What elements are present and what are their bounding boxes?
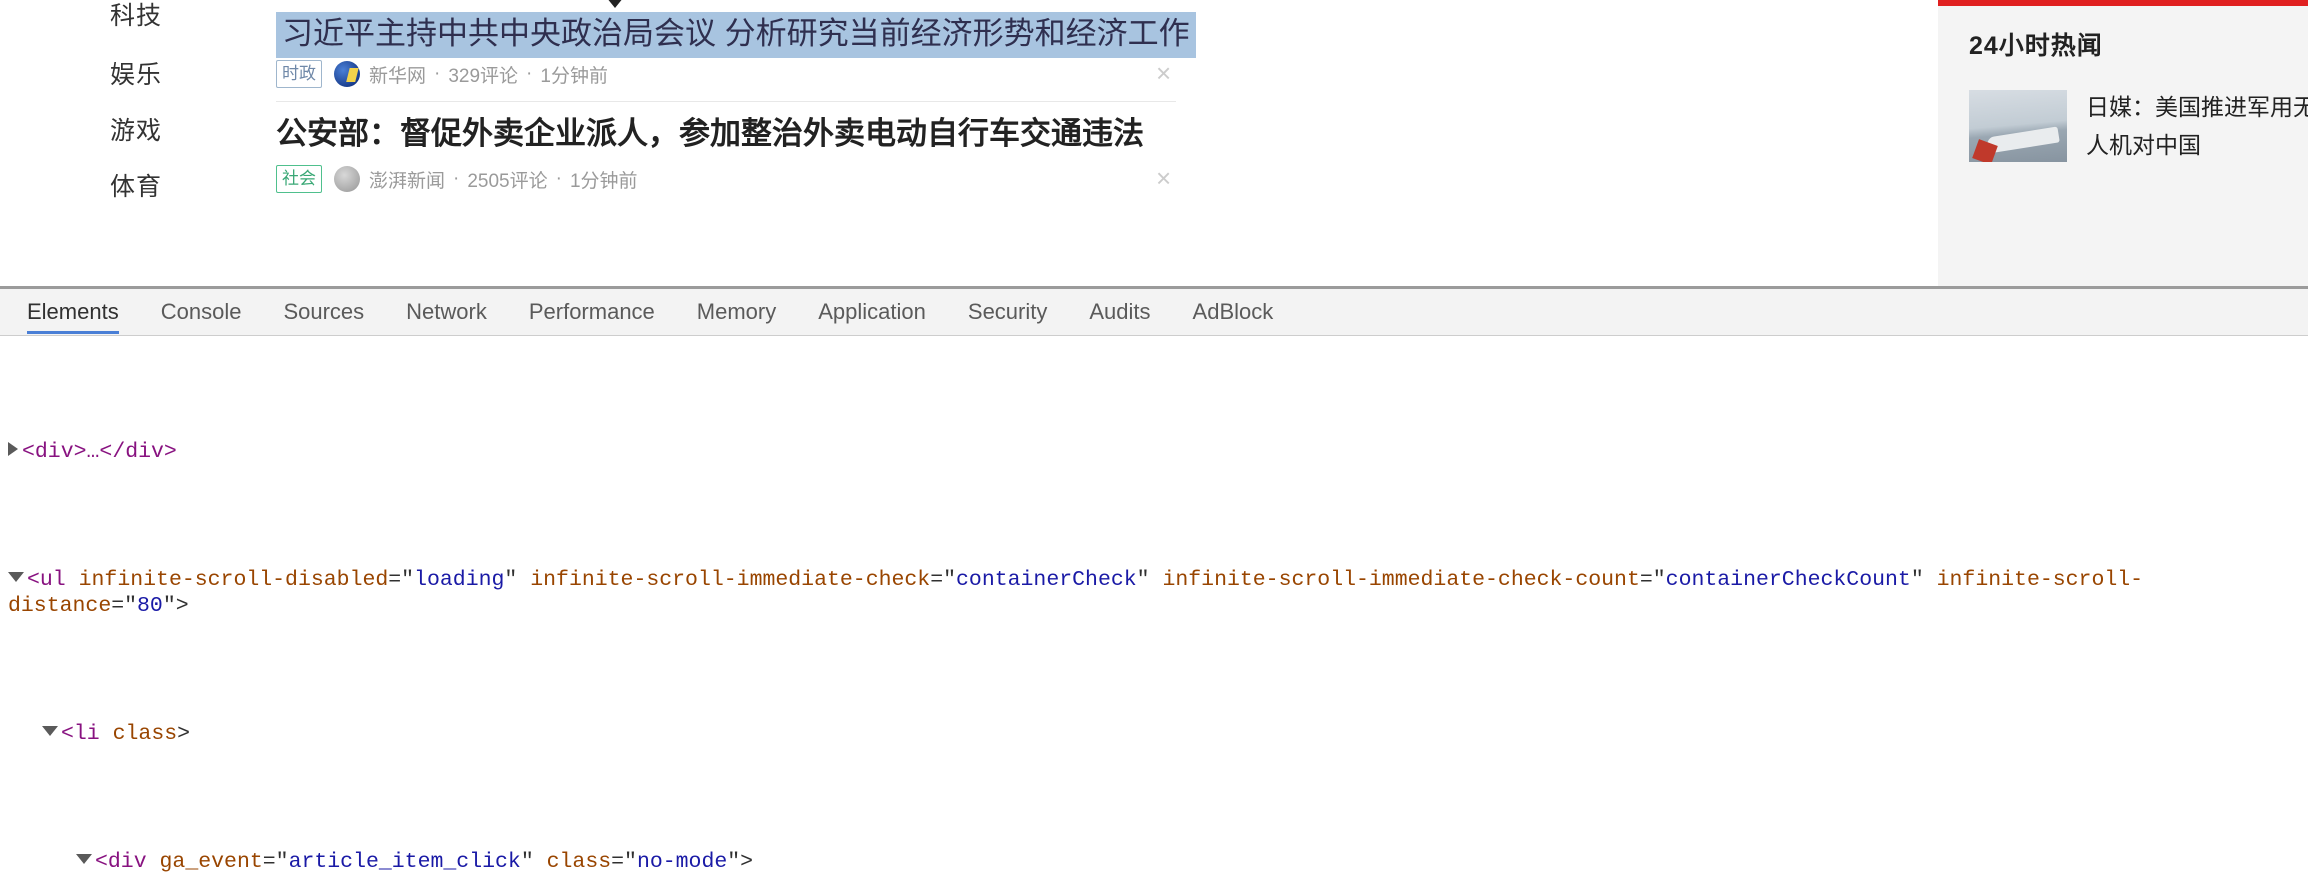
- ul-attr2-name: infinite-scroll-immediate-check: [530, 568, 931, 593]
- sidebar-item-entertainment[interactable]: 娱乐: [0, 55, 272, 91]
- hot-news-title: 24小时热闻: [1969, 32, 2103, 60]
- article-meta-row: 社会 澎湃新闻 · 2505评论 · 1分钟前: [276, 165, 638, 193]
- feed-divider: [276, 101, 1176, 102]
- tab-memory[interactable]: Memory: [676, 289, 797, 335]
- tab-network[interactable]: Network: [385, 289, 508, 335]
- hot-news-item-text[interactable]: 日媒：美国推进军用无人机对中国: [2086, 88, 2308, 164]
- article-meta-row: 时政 新华网 · 329评论 · 1分钟前: [276, 60, 608, 88]
- tab-performance[interactable]: Performance: [508, 289, 676, 335]
- ul-open-bracket: <: [27, 568, 40, 593]
- article-comment-count[interactable]: 2505评论: [467, 166, 547, 193]
- dom-node-div-item[interactable]: <div ga_event="article_item_click" class…: [0, 850, 2308, 876]
- collapse-triangle-icon[interactable]: [8, 572, 24, 583]
- div-item-tag-name: div: [107, 849, 147, 874]
- ul-attr3-value[interactable]: containerCheckCount: [1666, 568, 1911, 592]
- ul-attr4-value[interactable]: 80: [137, 594, 163, 618]
- meta-separator-2: ·: [555, 168, 562, 189]
- article-tag-chip[interactable]: 时政: [276, 60, 322, 88]
- dom-node-ul[interactable]: <ul infinite-scroll-disabled="loading" i…: [0, 568, 2308, 619]
- div-item-attr2-value[interactable]: no-mode: [637, 850, 727, 874]
- hot-news-accent-bar: [1938, 0, 2308, 6]
- sidebar-item-games[interactable]: 游戏: [0, 111, 272, 147]
- article-dismiss-icon[interactable]: ×: [1156, 163, 1171, 194]
- tab-audits[interactable]: Audits: [1068, 289, 1171, 335]
- li-tag-name: li: [73, 721, 100, 746]
- tab-application[interactable]: Application: [797, 289, 947, 335]
- article-source[interactable]: 新华网: [369, 61, 426, 88]
- sidebar-item-sports[interactable]: 体育: [0, 167, 272, 203]
- article-title-selected[interactable]: 习近平主持中共中央政治局会议 分析研究当前经济形势和经济工作: [276, 12, 1196, 58]
- div-item-attr2-name: class: [546, 849, 612, 874]
- inspector-caret-icon: [602, 0, 628, 8]
- tab-sources[interactable]: Sources: [262, 289, 385, 335]
- tab-adblock[interactable]: AdBlock: [1172, 289, 1295, 335]
- tab-security[interactable]: Security: [947, 289, 1068, 335]
- collapse-triangle-icon[interactable]: [42, 725, 58, 736]
- dom-node-text: <div>…</div>: [22, 440, 177, 465]
- dom-node-li[interactable]: <li class>: [0, 722, 2308, 748]
- web-page-viewport: 科技 娱乐 游戏 体育 习近平主持中共中央政治局会议 分析研究当前经济形势和经济…: [0, 0, 2308, 286]
- article-comment-count[interactable]: 329评论: [448, 61, 518, 88]
- ul-attr1-value[interactable]: loading: [414, 568, 504, 592]
- article-source[interactable]: 澎湃新闻: [369, 166, 445, 193]
- tab-console[interactable]: Console: [140, 289, 263, 335]
- sidebar-item-tech[interactable]: 科技: [0, 0, 272, 32]
- hot-news-panel: 24小时热闻 日媒：美国推进军用无人机对中国: [1938, 0, 2308, 286]
- source-avatar-icon[interactable]: [334, 61, 360, 87]
- meta-separator-1: ·: [434, 63, 441, 84]
- article-tag-chip[interactable]: 社会: [276, 165, 322, 193]
- meta-separator-2: ·: [526, 63, 533, 84]
- div-item-attr1-name: ga_event: [159, 849, 263, 874]
- expand-triangle-icon[interactable]: [8, 442, 18, 457]
- ul-attr1-name: infinite-scroll-disabled: [78, 568, 389, 593]
- hot-news-thumbnail[interactable]: [1969, 90, 2067, 162]
- article-feed: 习近平主持中共中央政治局会议 分析研究当前经济形势和经济工作 时政 新华网 · …: [272, 0, 1196, 286]
- dom-node-div-collapsed[interactable]: <div>…</div>: [0, 440, 2308, 466]
- collapse-triangle-icon[interactable]: [76, 853, 92, 864]
- dom-tree[interactable]: <div>…</div> <ul infinite-scroll-disable…: [0, 336, 2308, 883]
- source-avatar-icon[interactable]: [334, 166, 360, 192]
- div-item-attr1-value[interactable]: article_item_click: [289, 850, 521, 874]
- tab-elements[interactable]: Elements: [6, 289, 140, 335]
- devtools-panel: Elements Console Sources Network Perform…: [0, 286, 2308, 880]
- devtools-tabbar: Elements Console Sources Network Perform…: [0, 289, 2308, 336]
- article-time: 1分钟前: [540, 65, 608, 87]
- article-time: 1分钟前: [569, 170, 638, 192]
- article-title[interactable]: 公安部：督促外卖企业派人，参加整治外卖电动自行车交通违法: [276, 115, 1144, 153]
- meta-separator-1: ·: [453, 168, 460, 189]
- li-attr-name: class: [112, 721, 178, 746]
- ul-attr3-name: infinite-scroll-immediate-check-count: [1162, 568, 1640, 593]
- article-dismiss-icon[interactable]: ×: [1156, 58, 1171, 89]
- ul-tag-name: ul: [39, 568, 66, 593]
- ul-attr2-value[interactable]: containerCheck: [956, 568, 1137, 592]
- category-nav: 科技 娱乐 游戏 体育: [0, 0, 272, 286]
